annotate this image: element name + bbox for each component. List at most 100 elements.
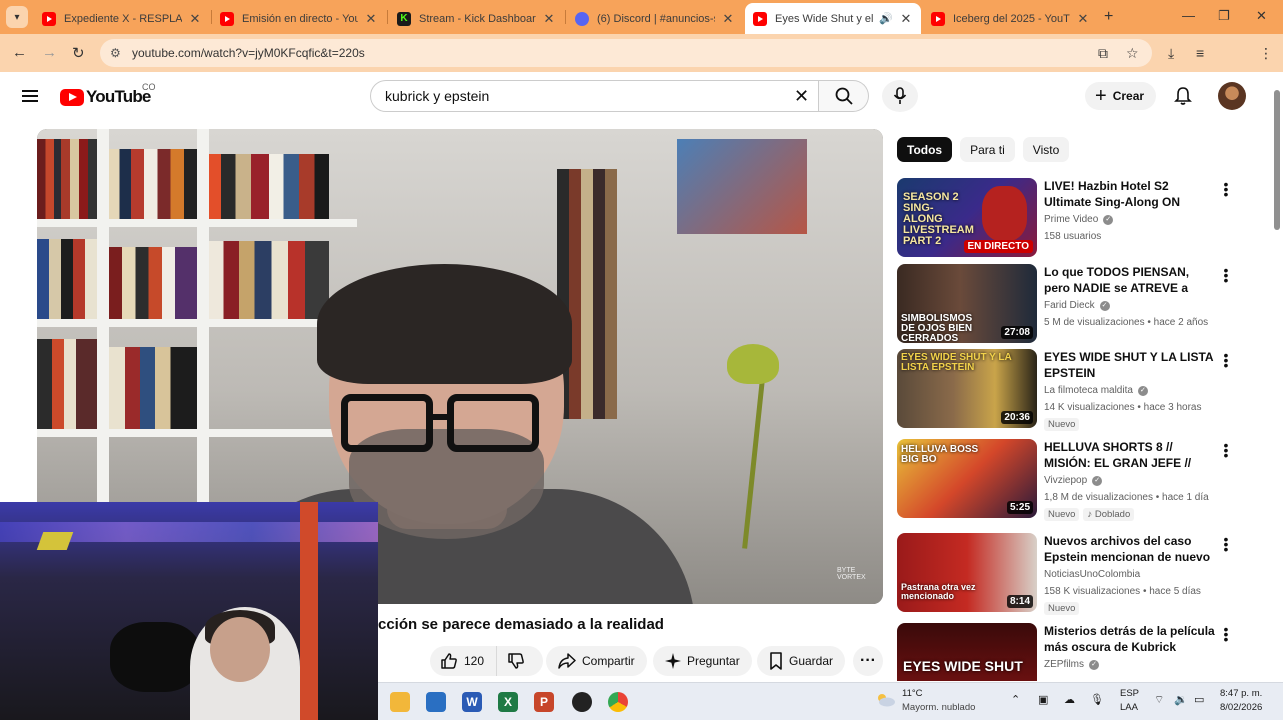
close-icon[interactable]: ✕	[1076, 11, 1090, 27]
recommendation-item[interactable]: HELLUVA BOSS BIG BO 5:25 HELLUVA SHORTS …	[897, 438, 1267, 521]
chip-para-ti[interactable]: Para ti	[960, 137, 1015, 162]
recommendation-title[interactable]: HELLUVA SHORTS 8 // MISIÓN: EL GRAN JEFE…	[1044, 439, 1216, 471]
recommendation-title[interactable]: Nuevos archivos del caso Epstein mencion…	[1044, 533, 1216, 565]
tab-eyes-wide-shut[interactable]: Eyes Wide Shut y el caso 🔊 ✕	[745, 3, 921, 34]
url-field[interactable]: ⚙ youtube.com/watch?v=jyM0KFcqfic&t=220s	[100, 39, 1152, 67]
weather-icon[interactable]	[874, 691, 896, 707]
powerpoint-icon[interactable]: P	[534, 692, 554, 712]
recommendation-title[interactable]: Misterios detrás de la película más oscu…	[1044, 623, 1216, 655]
tray-app-icon[interactable]: ▣	[1038, 693, 1048, 706]
bookmark-star-icon[interactable]: ☆	[1126, 45, 1139, 62]
channel-name[interactable]: NoticiasUnoColombia	[1044, 569, 1140, 580]
clear-search-icon[interactable]: ✕	[794, 86, 809, 107]
volume-icon[interactable]: 🔉	[1174, 693, 1188, 706]
more-vert-icon[interactable]: • • •	[1223, 438, 1229, 462]
window-close-button[interactable]: ✕	[1256, 8, 1267, 24]
more-vert-icon[interactable]: • • •	[1223, 348, 1229, 372]
menu-icon[interactable]	[22, 90, 38, 102]
tab-kick-dashboard[interactable]: K Stream - Kick Dashboard ✕	[389, 3, 564, 34]
tab-iceberg-2025[interactable]: Iceberg del 2025 - YouTube ✕	[923, 3, 1098, 34]
back-button[interactable]: ←	[12, 44, 27, 61]
like-button[interactable]: 120	[430, 646, 498, 676]
page-scrollbar[interactable]	[1271, 72, 1283, 682]
video-thumbnail[interactable]: EYES WIDE SHUT Y LA LISTA EPSTEIN 20:36	[897, 349, 1037, 428]
logo-text: YouTube	[86, 87, 151, 106]
ask-button[interactable]: Preguntar	[653, 646, 752, 676]
install-app-icon[interactable]: ⧉	[1098, 45, 1108, 62]
notifications-bell-icon[interactable]	[1174, 86, 1192, 111]
tab-discord[interactable]: (6) Discord | #anuncios-stream ✕	[567, 3, 743, 34]
video-thumbnail[interactable]: HELLUVA BOSS BIG BO 5:25	[897, 439, 1037, 518]
minimize-button[interactable]: —	[1182, 8, 1195, 23]
chrome-icon[interactable]	[608, 692, 628, 712]
channel-name[interactable]: ZEPfilms ✓	[1044, 659, 1099, 670]
recommendation-title[interactable]: Lo que TODOS PIENSAN, pero NADIE se ATRE…	[1044, 264, 1216, 296]
close-icon[interactable]: ✕	[899, 11, 913, 27]
wifi-icon[interactable]: ⌔	[1154, 693, 1164, 707]
recommendation-item[interactable]: EYES WIDE SHUT Y LA LISTA EPSTEIN 20:36 …	[897, 348, 1267, 431]
close-icon[interactable]: ✕	[188, 11, 202, 27]
recommendation-item[interactable]: SEASON 2 SING-ALONG LIVESTREAM PART 2 EN…	[897, 177, 1267, 258]
file-explorer-icon[interactable]	[390, 692, 410, 712]
windows-taskbar: W X P 11°C Mayorm. nublado ⌃ ▣ ☁ 🎙 ESP L…	[378, 682, 1283, 720]
video-thumbnail[interactable]: SEASON 2 SING-ALONG LIVESTREAM PART 2 EN…	[897, 178, 1037, 257]
create-button[interactable]: + Crear	[1085, 82, 1157, 110]
tab-expediente-x[interactable]: Expediente X - RESPLANDOR ✕	[34, 3, 210, 34]
clock-time[interactable]: 8:47 p. m.	[1220, 688, 1262, 699]
show-hidden-icons[interactable]: ⌃	[1011, 693, 1020, 706]
voice-search-button[interactable]	[882, 80, 918, 112]
close-icon[interactable]: ✕	[721, 11, 735, 27]
recommendation-title[interactable]: LIVE! Hazbin Hotel S2 Ultimate Sing-Alon…	[1044, 178, 1216, 210]
share-button[interactable]: Compartir	[546, 646, 647, 676]
save-button[interactable]: Guardar	[757, 646, 846, 676]
video-thumbnail[interactable]: SIMBOLISMOS DE OJOS BIEN CERRADOS 27:08	[897, 264, 1037, 343]
clock-date[interactable]: 8/02/2026	[1220, 702, 1262, 713]
recommendation-item[interactable]: SIMBOLISMOS DE OJOS BIEN CERRADOS 27:08 …	[897, 263, 1267, 344]
speaker-icon[interactable]: 🔊	[879, 12, 893, 25]
recommendation-title[interactable]: EYES WIDE SHUT Y LA LISTA EPSTEIN	[1044, 349, 1216, 381]
youtube-logo[interactable]: YouTube	[60, 87, 151, 107]
recommendation-item[interactable]: EYES WIDE SHUT Misterios detrás de la pe…	[897, 623, 1267, 681]
browser-menu-icon[interactable]: ⋮	[1259, 45, 1273, 62]
more-vert-icon[interactable]: • • •	[1223, 623, 1229, 646]
scrollbar-thumb[interactable]	[1274, 90, 1280, 230]
chip-visto[interactable]: Visto	[1022, 137, 1070, 162]
language-top[interactable]: ESP	[1120, 688, 1139, 699]
search-button[interactable]	[819, 80, 869, 112]
video-thumbnail[interactable]: Pastrana otra vez mencionado 8:14	[897, 533, 1037, 612]
tray-sync-icon[interactable]: ☁	[1064, 693, 1075, 706]
chip-todos[interactable]: Todos	[897, 137, 953, 162]
battery-icon[interactable]: ▭	[1194, 693, 1204, 706]
excel-icon[interactable]: X	[498, 692, 518, 712]
forward-button[interactable]: →	[42, 44, 57, 61]
channel-name[interactable]: Farid Dieck ✓	[1044, 300, 1110, 311]
obs-icon[interactable]	[572, 692, 592, 712]
tab-search-button[interactable]: ▾	[6, 6, 28, 28]
reload-button[interactable]: ↻	[72, 44, 85, 62]
more-vert-icon[interactable]: • • •	[1223, 532, 1229, 556]
word-icon[interactable]: W	[462, 692, 482, 712]
download-icon[interactable]: ⤓	[1168, 45, 1174, 62]
tab-emision-directo[interactable]: Emisión en directo - YouTube ✕	[212, 3, 386, 34]
close-icon[interactable]: ✕	[542, 11, 556, 27]
more-vert-icon[interactable]: • • •	[1223, 177, 1229, 201]
search-input[interactable]: kubrick y epstein	[370, 80, 819, 112]
media-control-icon[interactable]: ≡	[1196, 45, 1204, 61]
language-bottom[interactable]: LAA	[1120, 702, 1138, 713]
account-avatar[interactable]	[1218, 82, 1246, 110]
video-thumbnail[interactable]: EYES WIDE SHUT	[897, 623, 1037, 681]
more-actions-button[interactable]: ···	[853, 646, 883, 676]
channel-name[interactable]: Prime Video ✓	[1044, 214, 1114, 225]
dislike-button[interactable]	[497, 646, 544, 676]
store-icon[interactable]	[426, 692, 446, 712]
create-label: Crear	[1112, 89, 1145, 103]
more-vert-icon[interactable]: • • •	[1223, 263, 1229, 287]
channel-name[interactable]: La filmoteca maldita ✓	[1044, 385, 1148, 396]
recommendation-item[interactable]: Pastrana otra vez mencionado 8:14 Nuevos…	[897, 532, 1267, 615]
restore-button[interactable]: ❐	[1218, 8, 1230, 24]
close-icon[interactable]: ✕	[364, 11, 378, 27]
channel-name[interactable]: Vivziepop ✓	[1044, 475, 1103, 486]
new-tab-button[interactable]: +	[1104, 8, 1113, 26]
tray-mic-icon[interactable]: 🎙	[1090, 693, 1104, 706]
site-info-icon[interactable]: ⚙	[110, 46, 121, 60]
